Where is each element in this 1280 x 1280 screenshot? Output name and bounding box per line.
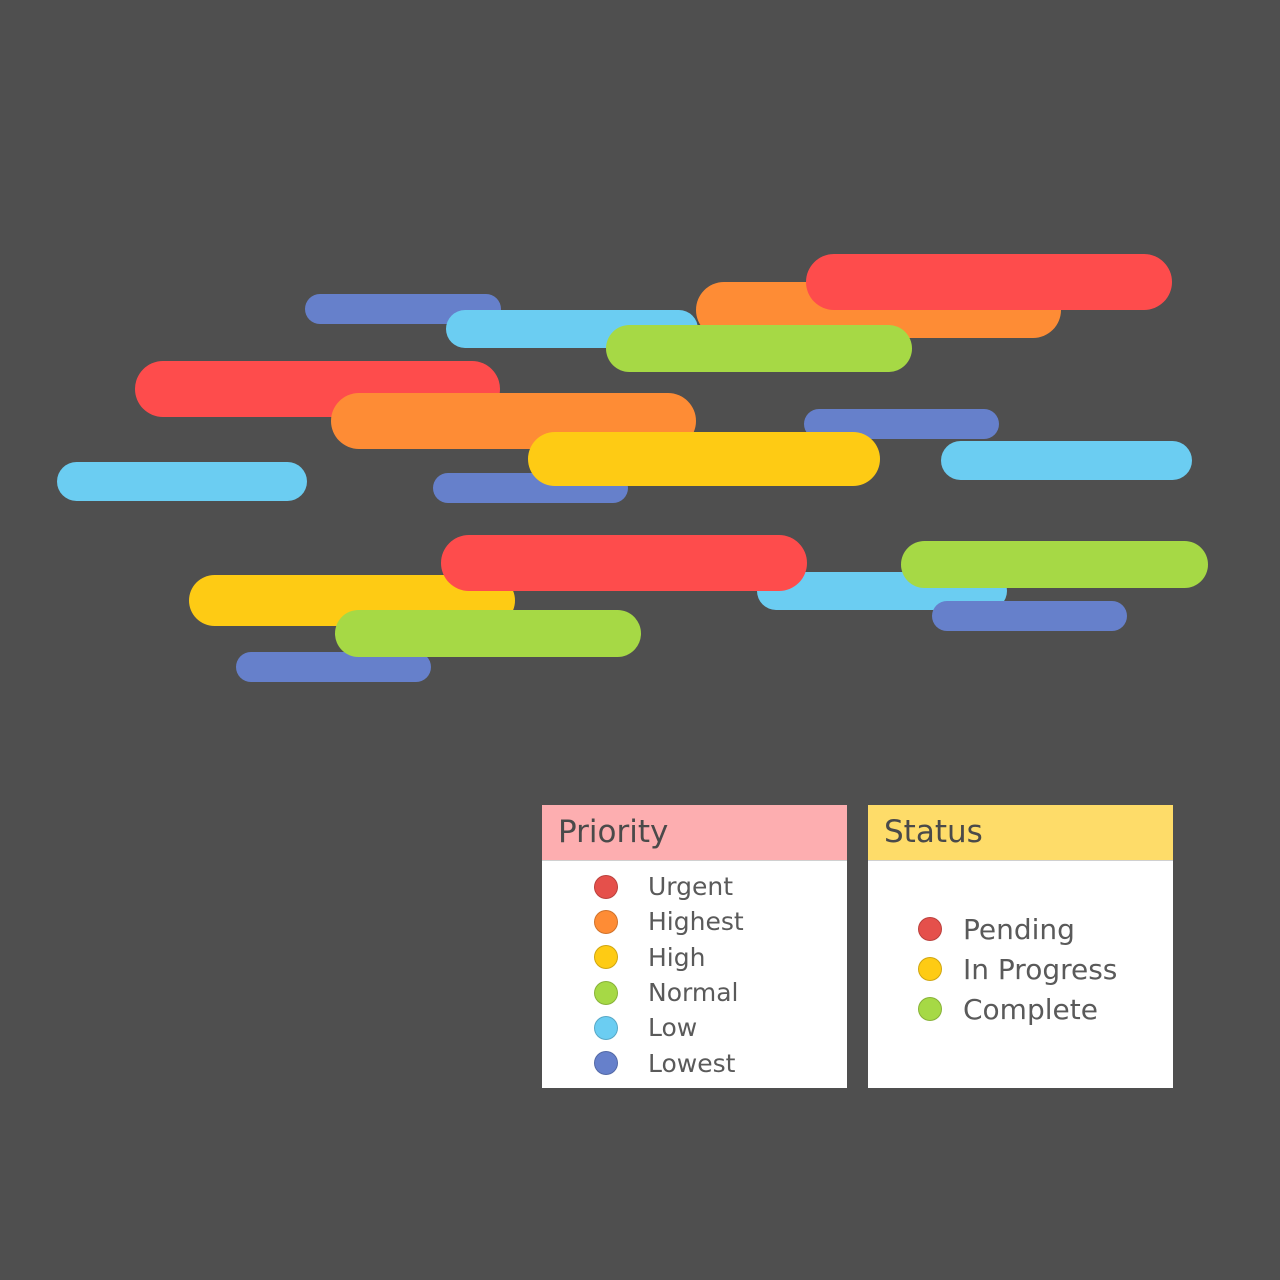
legend-label-lowest: Lowest	[648, 1048, 736, 1078]
lowest-color-dot	[594, 1051, 618, 1076]
task-bar	[528, 432, 880, 486]
legend-item-low: Low	[594, 1010, 744, 1045]
legend-item-in-progress: In Progress	[918, 949, 1117, 989]
legend-label-normal: Normal	[648, 978, 739, 1008]
legend-item-complete: Complete	[918, 989, 1117, 1029]
task-bar	[932, 601, 1127, 631]
task-bars-area	[0, 0, 1280, 1280]
in-progress-color-dot	[918, 957, 942, 981]
legend-label-pending: Pending	[963, 912, 1075, 946]
legend-item-normal: Normal	[594, 975, 744, 1010]
task-bar	[806, 254, 1172, 310]
task-bar	[335, 610, 641, 657]
task-bar	[441, 535, 807, 591]
priority-legend-list: Urgent Highest High Normal Low Lowest	[594, 869, 744, 1081]
legend-item-urgent: Urgent	[594, 869, 744, 904]
complete-color-dot	[918, 997, 942, 1021]
task-bar	[57, 462, 307, 501]
urgent-color-dot	[594, 874, 618, 899]
legend-label-complete: Complete	[963, 992, 1098, 1026]
priority-legend-title: Priority	[542, 805, 847, 861]
legend-item-lowest: Lowest	[594, 1045, 744, 1080]
status-legend-list: Pending In Progress Complete	[918, 909, 1117, 1029]
legend-label-in-progress: In Progress	[963, 952, 1118, 986]
status-legend-title: Status	[868, 805, 1173, 861]
low-color-dot	[594, 1015, 618, 1040]
legend-item-highest: Highest	[594, 904, 744, 939]
legend-label-low: Low	[648, 1013, 698, 1043]
status-legend: Status Pending In Progress Complete	[868, 805, 1173, 1088]
high-color-dot	[594, 945, 618, 970]
normal-color-dot	[594, 980, 618, 1005]
pending-color-dot	[918, 917, 942, 941]
priority-legend: Priority Urgent Highest High Normal Low …	[542, 805, 847, 1088]
task-bar	[941, 441, 1192, 480]
legend-label-urgent: Urgent	[648, 872, 734, 902]
legend-item-pending: Pending	[918, 909, 1117, 949]
task-bar	[901, 541, 1208, 588]
legend-label-high: High	[648, 942, 706, 972]
highest-color-dot	[594, 909, 618, 934]
legend-label-highest: Highest	[648, 907, 744, 937]
task-bar	[606, 325, 912, 372]
legend-item-high: High	[594, 940, 744, 975]
